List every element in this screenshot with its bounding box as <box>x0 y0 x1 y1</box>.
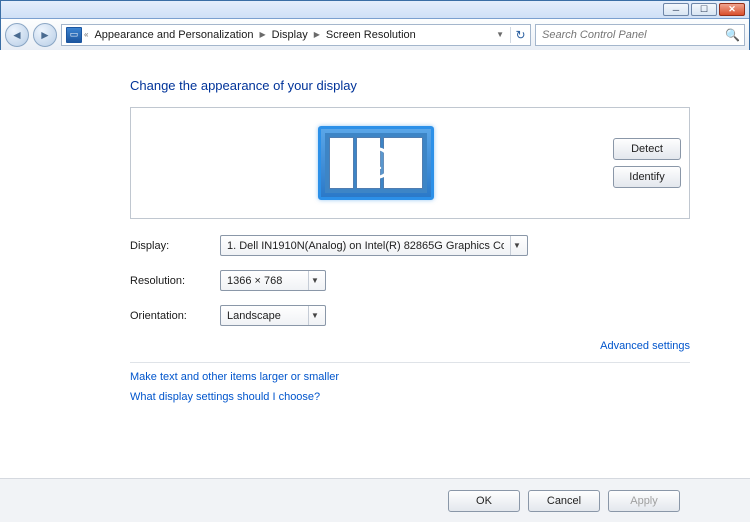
breadcrumb-segment[interactable]: Appearance and Personalization <box>90 29 257 41</box>
nav-bar: ◄ ► ▭ « Appearance and Personalization ▶… <box>1 19 749 51</box>
chevron-down-icon: ▼ <box>510 236 523 255</box>
refresh-icon[interactable]: ↻ <box>510 27 526 43</box>
content-area: Change the appearance of your display 1 … <box>0 50 750 522</box>
page-title: Change the appearance of your display <box>130 78 690 93</box>
text-size-link[interactable]: Make text and other items larger or smal… <box>130 371 690 383</box>
search-icon[interactable]: 🔍 <box>725 28 740 42</box>
maximize-button[interactable]: ☐ <box>691 3 717 16</box>
orientation-dropdown[interactable]: Landscape ▼ <box>220 305 326 326</box>
minimize-button[interactable]: ─ <box>663 3 689 16</box>
display-label: Display: <box>130 240 220 252</box>
back-button[interactable]: ◄ <box>5 23 29 47</box>
monitor-number: 1 <box>360 147 392 179</box>
search-input[interactable] <box>540 28 721 42</box>
display-value: 1. Dell IN1910N(Analog) on Intel(R) 8286… <box>227 240 504 252</box>
search-box[interactable]: 🔍 <box>535 24 745 46</box>
display-preview-pane: 1 Detect Identify <box>130 107 690 219</box>
control-panel-icon: ▭ <box>66 27 82 43</box>
close-button[interactable]: ✕ <box>719 3 745 16</box>
chevron-right-icon: ▶ <box>314 30 320 39</box>
window-titlebar: ─ ☐ ✕ <box>1 1 749 19</box>
identify-button[interactable]: Identify <box>613 166 681 188</box>
cancel-button[interactable]: Cancel <box>528 490 600 512</box>
resolution-value: 1366 × 768 <box>227 275 302 287</box>
breadcrumb[interactable]: ▭ « Appearance and Personalization ▶ Dis… <box>61 24 531 46</box>
resolution-dropdown[interactable]: 1366 × 768 ▼ <box>220 270 326 291</box>
orientation-label: Orientation: <box>130 310 220 322</box>
chevron-down-icon: ▼ <box>308 271 321 290</box>
separator <box>130 362 690 363</box>
chevron-down-icon: ▼ <box>308 306 321 325</box>
footer-bar: OK Cancel Apply <box>0 478 750 522</box>
advanced-settings-link[interactable]: Advanced settings <box>600 340 690 352</box>
monitor-thumbnail[interactable]: 1 <box>318 126 434 200</box>
breadcrumb-segment[interactable]: Display <box>268 29 312 41</box>
orientation-value: Landscape <box>227 310 302 322</box>
chevron-right-icon: ▶ <box>259 30 265 39</box>
breadcrumb-segment[interactable]: Screen Resolution <box>322 29 420 41</box>
detect-button[interactable]: Detect <box>613 138 681 160</box>
help-link[interactable]: What display settings should I choose? <box>130 391 690 403</box>
ok-button[interactable]: OK <box>448 490 520 512</box>
overflow-chevron-icon[interactable]: « <box>84 30 88 39</box>
resolution-label: Resolution: <box>130 275 220 287</box>
display-dropdown[interactable]: 1. Dell IN1910N(Analog) on Intel(R) 8286… <box>220 235 528 256</box>
preview-window-icon <box>329 137 354 189</box>
apply-button[interactable]: Apply <box>608 490 680 512</box>
forward-button[interactable]: ► <box>33 23 57 47</box>
breadcrumb-dropdown-icon[interactable]: ▼ <box>496 30 504 39</box>
